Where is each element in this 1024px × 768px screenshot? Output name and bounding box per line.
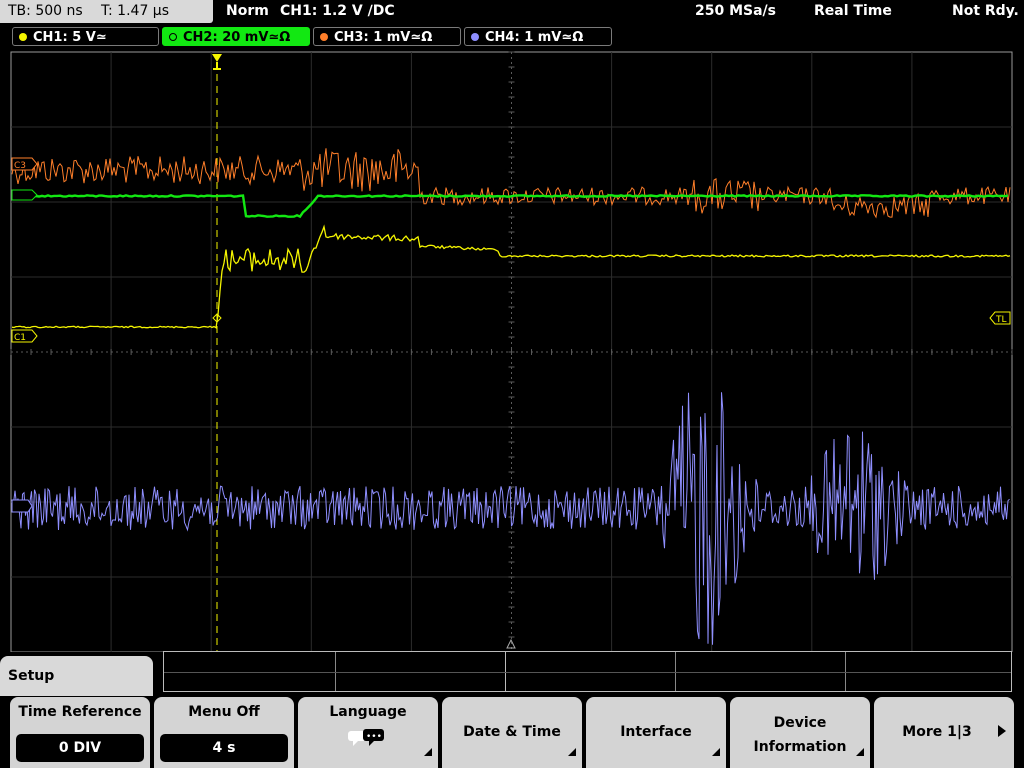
interface-label: Interface [620, 724, 692, 740]
softkey-device-information[interactable]: Device Information [730, 697, 870, 768]
info-strip [163, 651, 1012, 692]
svg-text:•••: ••• [366, 732, 382, 742]
softkey-date-time[interactable]: Date & Time [442, 697, 582, 768]
ch2-color-dot [169, 33, 177, 41]
svg-text:C1: C1 [14, 333, 26, 343]
trigger-time-value: T: 1.47 µs [101, 3, 170, 19]
timebase-box[interactable]: TB: 500 ns T: 1.47 µs [0, 0, 213, 23]
ch1-color-dot [19, 33, 27, 41]
ch4-color-dot [471, 33, 479, 41]
acquisition-state: Not Rdy. [952, 3, 1019, 19]
channel-tab-ch3[interactable]: CH3: 1 mV≃Ω [313, 27, 461, 46]
softkey-menu-off[interactable]: Menu Off 4 s [154, 697, 294, 768]
timebase-value: TB: 500 ns [8, 3, 83, 19]
acquisition-mode: Real Time [814, 3, 892, 19]
menu-off-value: 4 s [160, 734, 288, 762]
menu-title-setup: Setup [0, 656, 153, 696]
submenu-corner-icon [424, 748, 432, 756]
softkey-interface[interactable]: Interface [586, 697, 726, 768]
svg-text:C3: C3 [14, 161, 26, 171]
softkey-more[interactable]: More 1|3 [874, 697, 1014, 768]
ch1-offset-marker[interactable]: C1 [11, 329, 38, 343]
softkey-language[interactable]: Language ••• [298, 697, 438, 768]
ch4-offset-marker[interactable] [11, 499, 33, 513]
ch3-label: CH3: 1 mV≃Ω [334, 30, 433, 45]
ch3-offset-marker[interactable]: C3 [11, 157, 38, 171]
speech-bubble-icon: ••• [348, 729, 384, 746]
ch4-label: CH4: 1 mV≃Ω [485, 30, 584, 45]
language-label: Language [329, 704, 407, 720]
status-bar: TB: 500 ns T: 1.47 µs Norm CH1: 1.2 V ∕D… [0, 0, 1024, 24]
svg-text:TL: TL [995, 315, 1007, 325]
submenu-corner-icon [856, 748, 864, 756]
device-information-label: Device Information [753, 715, 847, 755]
channel-tab-ch2[interactable]: CH2: 20 mV≃Ω [162, 27, 310, 46]
submenu-corner-icon [712, 748, 720, 756]
date-time-label: Date & Time [463, 724, 561, 740]
next-page-arrow-icon [998, 725, 1006, 737]
sample-rate: 250 MSa/s [695, 3, 777, 19]
trigger-mode[interactable]: Norm [226, 0, 269, 23]
waveform-display[interactable]: C3 C1 TL [0, 48, 1024, 652]
menu-off-label: Menu Off [188, 704, 260, 720]
ch2-label: CH2: 20 mV≃Ω [183, 30, 291, 45]
ch2-offset-marker[interactable] [11, 189, 38, 201]
ch1-label: CH1: 5 V≃ [33, 30, 107, 45]
ch3-color-dot [320, 33, 328, 41]
trigger-setting[interactable]: CH1: 1.2 V ∕DC [280, 0, 395, 23]
softkey-time-reference[interactable]: Time Reference 0 DIV [10, 697, 150, 768]
channel-tab-ch1[interactable]: CH1: 5 V≃ [12, 27, 159, 46]
submenu-corner-icon [568, 748, 576, 756]
channel-tab-ch4[interactable]: CH4: 1 mV≃Ω [464, 27, 612, 46]
time-reference-value: 0 DIV [16, 734, 144, 762]
more-label: More 1|3 [902, 724, 972, 740]
time-reference-label: Time Reference [18, 704, 142, 720]
